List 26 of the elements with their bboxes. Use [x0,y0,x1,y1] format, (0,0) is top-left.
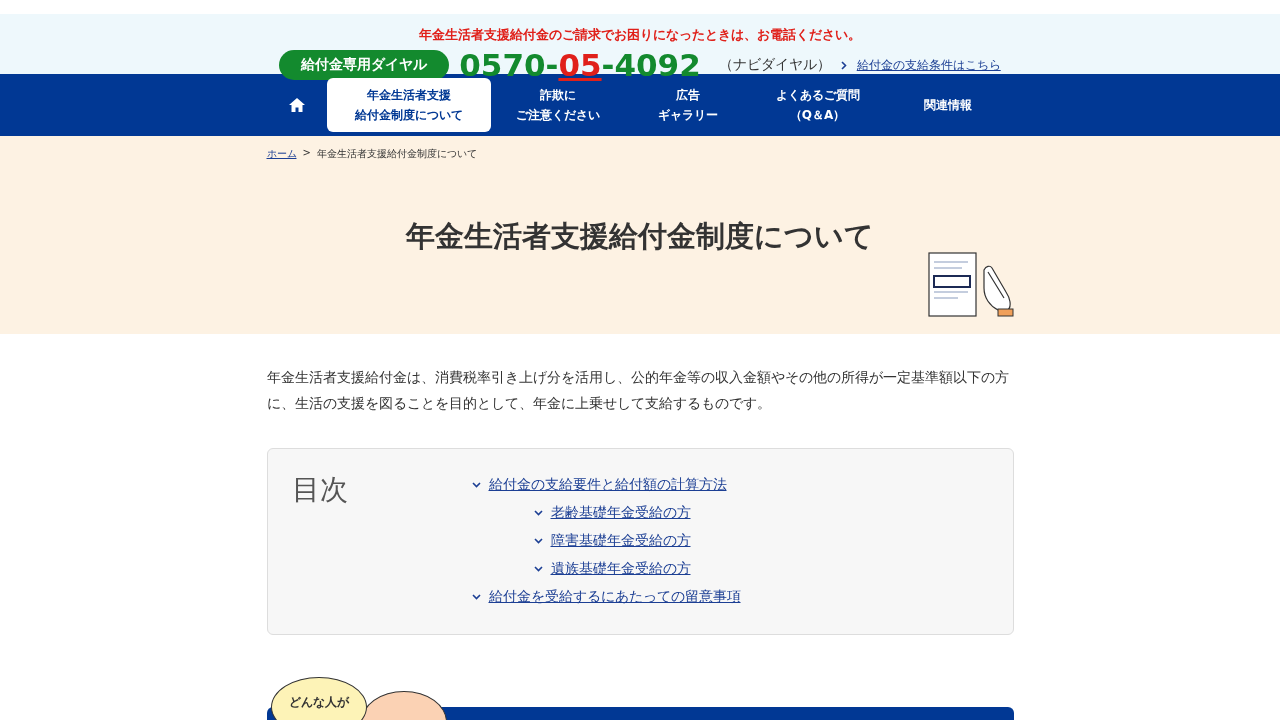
breadcrumb-current: 年金生活者支援給付金制度について [316,147,477,161]
toc-link[interactable]: 老齢基礎年金受給の方 [550,504,691,522]
chevron-icon [840,60,847,70]
toc-link[interactable]: 障害基礎年金受給の方 [550,532,691,550]
intro-paragraph: 年金生活者支援給付金は、消費税率引き上げ分を活用し、公的年金等の収入金額やその他の所得が一定基準額以下の方に、生活の支援を図ることを目的として、年金に上乗せして支給するものです。 [266,368,1010,413]
home-icon [287,97,306,113]
chevron-icon [471,482,481,488]
chevron-icon [533,510,543,516]
notice-text: 年金生活者支援給付金のご請求でお困りになったときは、お電話ください。 [419,26,861,44]
conditions-link[interactable]: 給付金の支給条件はこちら [856,56,1001,74]
nav-tab[interactable]: よくあるご質問 （Q＆A） [752,78,883,132]
dial-label: 給付金専用ダイヤル [279,50,450,80]
page-title: 年金生活者支援給付金制度について [404,218,875,255]
breadcrumb-separator: > [302,147,311,160]
chevron-icon [471,594,481,600]
nav-tab[interactable]: 年金生活者支援 給付金制度について [326,78,491,132]
chevron-icon [533,566,543,572]
toc-link[interactable]: 遺族基礎年金受給の方 [550,560,691,578]
phone-note: （ナビダイヤル） [718,56,831,74]
toc-link[interactable]: 給付金の支給要件と給付額の計算方法 [488,476,727,494]
toc-heading: 目次 [291,472,349,508]
chevron-icon [533,538,543,544]
toc-link[interactable]: 給付金を受給するにあたっての留意事項 [488,588,741,606]
breadcrumb-home-link[interactable]: ホーム [266,147,297,161]
speech-bubble-text: どんな人が [270,677,367,720]
nav-tab[interactable]: 関連情報 [882,78,1013,132]
